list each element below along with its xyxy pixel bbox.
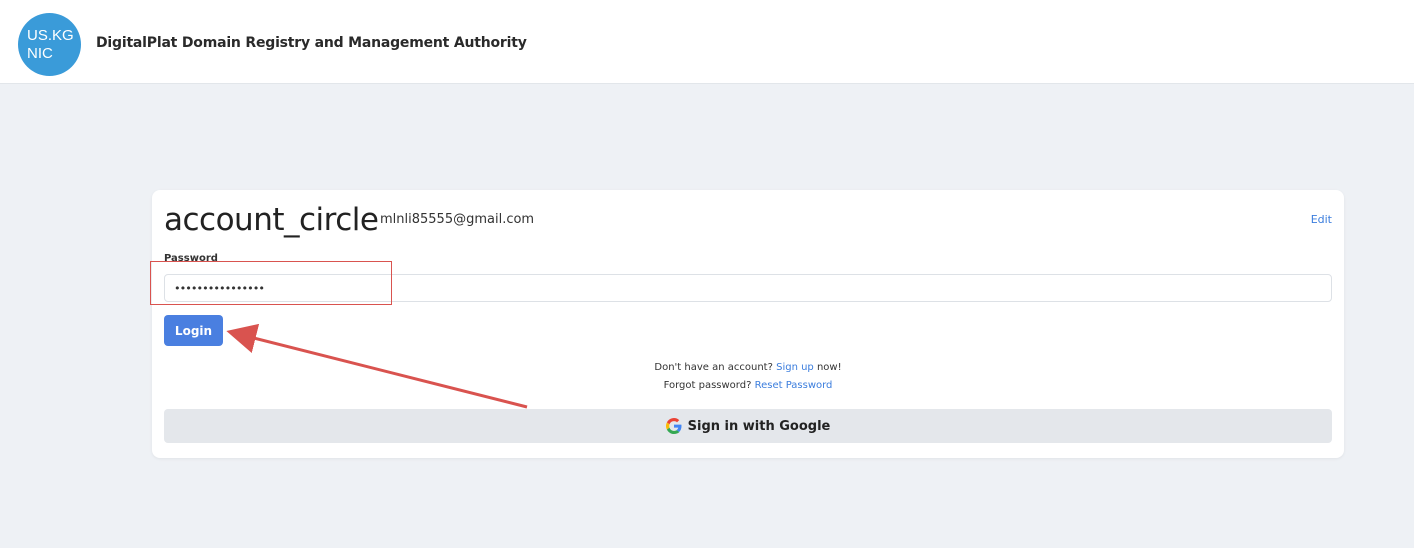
- account-email: mlnli85555@gmail.com: [380, 212, 535, 227]
- forgot-password-prompt: Forgot password? Reset Password: [152, 380, 1344, 391]
- logo-line1: US.KG: [27, 26, 74, 44]
- site-title[interactable]: DigitalPlat Domain Registry and Manageme…: [96, 35, 527, 51]
- signup-link[interactable]: Sign up: [776, 362, 814, 373]
- google-icon: [665, 418, 682, 434]
- login-card: account_circle mlnli85555@gmail.com Edit…: [150, 190, 1344, 458]
- password-label: Password: [164, 253, 218, 264]
- signup-suffix: now!: [813, 362, 842, 373]
- site-logo[interactable]: US.KG NIC: [18, 13, 81, 76]
- google-signin-button[interactable]: Sign in with Google: [164, 409, 1332, 443]
- signup-prefix: Don't have an account?: [654, 362, 777, 373]
- password-input[interactable]: [164, 274, 1332, 302]
- edit-email-link[interactable]: Edit: [1311, 213, 1332, 226]
- signup-prompt: Don't have an account? Sign up now!: [152, 362, 1344, 373]
- reset-password-link[interactable]: Reset Password: [755, 380, 833, 391]
- google-signin-label: Sign in with Google: [687, 418, 831, 434]
- forgot-prefix: Forgot password?: [663, 380, 755, 391]
- logo-line2: NIC: [27, 44, 53, 62]
- top-navbar: US.KG NIC DigitalPlat Domain Registry an…: [0, 0, 1414, 84]
- login-button[interactable]: Login: [164, 315, 223, 346]
- account-circle-icon: account_circle: [164, 202, 379, 238]
